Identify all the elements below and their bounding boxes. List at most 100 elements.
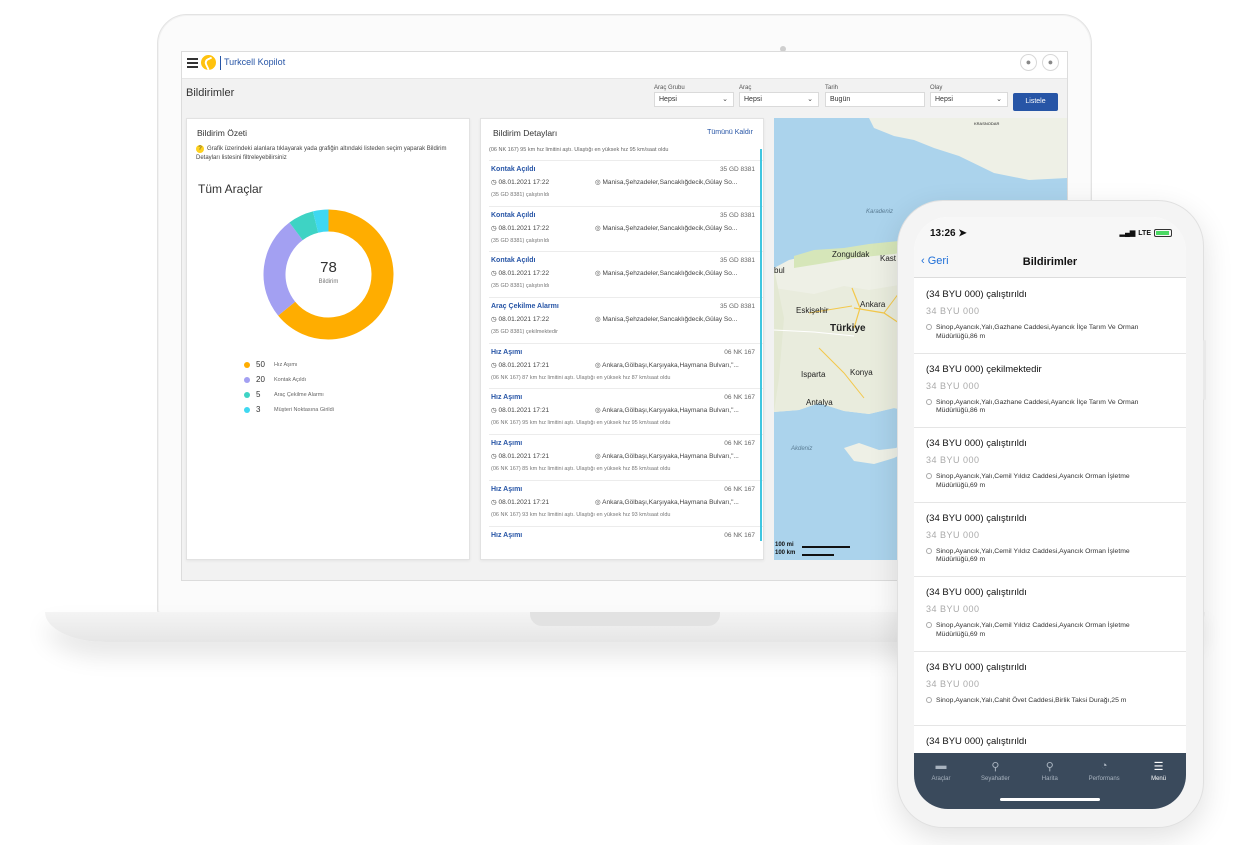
plate-number: 06 NK 167 [724, 440, 755, 448]
user-profile-icon[interactable]: ● [1042, 54, 1059, 71]
legend-label: Hız Aşımı [274, 361, 298, 368]
help-icon: ? [196, 145, 204, 153]
donut-chart[interactable]: 78 Bildirim [261, 207, 396, 342]
map-scale: 100 km [775, 550, 796, 556]
list-item[interactable]: Kontak Açıldı 35 GD 8381 ◷ 08.01.2021 17:2… [489, 252, 763, 299]
filter-event: Olay Hepsi ⌄ [930, 85, 1008, 107]
status-bar: 13:26 ➤ ▂▄▆ LTE [914, 217, 1186, 247]
legend-value: 20 [256, 375, 265, 384]
filter-label: Olay [930, 85, 943, 91]
event-time: ◷ 08.01.2021 17:22 [491, 270, 550, 278]
map-label: Konya [850, 368, 873, 377]
route-icon: ⚲ [991, 761, 1000, 773]
nav-bar: ‹ Geri Bildirimler [914, 247, 1186, 278]
tab-seyahatler[interactable]: ⚲ Seyahatler [968, 760, 1022, 782]
tab-label: Araçlar [931, 776, 951, 782]
signal-icon: ▂▄▆ [1119, 230, 1136, 237]
chart-legend: 50 Hız Aşımı 20 Kontak Açıldı 5 Araç Çek… [244, 357, 334, 417]
tab-menü[interactable]: ☰ Menü [1132, 760, 1186, 782]
list-item[interactable]: (34 BYU 000) çalıştırıldı 34 BYU 000 Sinop… [914, 652, 1186, 726]
list-item[interactable]: Araç Çekilme Alarmı 35 GD 8381 ◷ 08.01.202… [489, 298, 763, 344]
legend-item-speeding[interactable]: 50 Hız Aşımı [244, 357, 334, 372]
notification-title: (34 BYU 000) çalıştırıldı [926, 661, 1027, 673]
event-location: ◎ Manisa,Şehzadeler,Sancaklığdecik,Gülay… [595, 270, 738, 278]
list-item[interactable]: Kontak Açıldı 35 GD 8381 ◷ 08.01.2021 17:2… [489, 161, 763, 207]
tab-harita[interactable]: ⚲ Harita [1023, 760, 1077, 782]
summary-card: Bildirim Özeti ? Grafik üzerindeki alanla… [186, 118, 470, 560]
plate-number: 34 BYU 000 [926, 380, 980, 391]
list-item[interactable]: Kontak Açıldı 35 GD 8381 ◷ 08.01.2021 17:2… [489, 207, 763, 253]
notification-location: Sinop,Ayancık,Yalı,Cemil Yıldız Caddesi,… [926, 473, 1166, 490]
list-item[interactable]: (34 BYU 000) çalıştırıldı 34 BYU 000 Sinop… [914, 503, 1186, 577]
map-label: Ankara [860, 300, 886, 309]
location-icon [926, 324, 932, 330]
legend-item-customer-point[interactable]: 3 Müşteri Noktasına Girildi [244, 402, 334, 417]
scale-bar [802, 546, 850, 548]
donut-slice-2[interactable] [289, 211, 319, 241]
list-item[interactable]: Hız Aşımı 06 NK 167 [489, 527, 763, 543]
notification-location: Sinop,Ayancık,Yalı,Gazhane Caddesi,Ayanc… [926, 398, 1166, 416]
vehicle-select[interactable]: Hepsi ⌄ [739, 92, 819, 107]
location-icon [926, 398, 932, 405]
menu-icon[interactable] [187, 58, 198, 68]
notification-title: (34 BYU 000) çalıştırıldı [926, 512, 1027, 524]
date-input[interactable]: Bugün [825, 92, 925, 107]
phone-notch [994, 217, 1106, 239]
map-label: Akdeniz [791, 446, 813, 452]
turkcell-logo [201, 55, 216, 70]
filter-label: Tarih [825, 85, 839, 91]
event-location: ◎ Manisa,Şehzadeler,Sancaklığdecik,Gülay… [595, 179, 738, 186]
location-icon: ◎ [595, 453, 601, 461]
notification-location: Sinop,Ayancık,Yalı,Cemil Yıldız Caddesi,… [926, 622, 1166, 639]
clear-all-link[interactable]: Tümünü Kaldır [707, 129, 753, 136]
list-item[interactable]: (06 NK 167) 95 km hız limitini aştı. Ula… [489, 147, 763, 161]
legend-value: 3 [256, 405, 261, 414]
event-description: (35 GD 8381) çalıştırıldı [491, 237, 550, 244]
list-item[interactable]: (34 BYU 000) çalıştırıldı34 BYU 000 [914, 726, 1186, 753]
legend-value: 5 [256, 390, 261, 399]
tab-araçlar[interactable]: ▬ Araçlar [914, 760, 968, 782]
summary-hint: ? Grafik üzerindeki alanlara tıklayarak y… [196, 145, 447, 161]
location-icon [926, 547, 932, 554]
list-item[interactable]: Hız Aşımı 06 NK 167 ◷ 08.01.2021 17:21 ◎ An… [489, 481, 763, 527]
map-scale: 100 mi [775, 542, 794, 548]
event-select[interactable]: Hepsi ⌄ [930, 92, 1008, 107]
scrollbar[interactable] [760, 149, 762, 541]
donut-total-label: Bildirim [318, 279, 339, 285]
clock-icon: ◷ [491, 407, 497, 415]
gauge-icon: ◔ [1100, 760, 1108, 772]
scale-bar [802, 554, 834, 556]
list-item[interactable]: (34 BYU 000) çalıştırıldı 34 BYU 000 Sinop… [914, 428, 1186, 503]
event-description: (06 NK 167) 93 km hız limitini aştı. Ula… [491, 511, 671, 518]
plate-number: 34 BYU 000 [926, 455, 980, 465]
list-item[interactable]: Hız Aşımı 06 NK 167 ◷ 08.01.2021 17:21 ◎ An… [489, 344, 763, 390]
list-item[interactable]: Hız Aşımı 06 NK 167 ◷ 08.01.2021 17:21 ◎ An… [489, 435, 763, 481]
plate-number: 35 GD 8381 [719, 211, 755, 219]
clock-icon: ◷ [491, 498, 497, 506]
tab-performans[interactable]: ◔ Performans [1077, 760, 1131, 782]
plate-number: 34 BYU 000 [926, 529, 980, 540]
vehicle-group-select[interactable]: Hepsi ⌄ [654, 92, 734, 107]
map-label: Isparta [801, 370, 826, 379]
notification-bell-icon[interactable]: ● [1020, 54, 1037, 71]
filter-vehicle: Araç Hepsi ⌄ [739, 85, 819, 107]
event-description: (35 GD 8381) çalıştırıldı [491, 283, 550, 290]
location-icon: ◎ [595, 179, 601, 186]
list-item[interactable]: Hız Aşımı 06 NK 167 ◷ 08.01.2021 17:21 ◎ An… [489, 389, 763, 436]
list-item[interactable]: (34 BYU 000) çekilmektedir 34 BYU 000 Sino… [914, 354, 1186, 428]
list-item[interactable]: (34 BYU 000) çalıştırıldı 34 BYU 000 Sinop… [914, 279, 1186, 354]
event-location: ◎ Manisa,Şehzadeler,Sancaklığdecik,Gülay… [595, 316, 738, 324]
list-item[interactable]: (34 BYU 000) çalıştırıldı 34 BYU 000 Sinop… [914, 577, 1186, 652]
chevron-down-icon: ⌄ [996, 96, 1002, 103]
notification-title: (34 BYU 000) çalıştırıldı [926, 438, 1027, 449]
phone-side-button [1203, 340, 1206, 400]
event-time: ◷ 08.01.2021 17:22 [491, 316, 550, 324]
donut-slice-3[interactable] [312, 209, 329, 233]
screen-title: Bildirimler [1022, 256, 1078, 268]
list-button[interactable]: Listele [1013, 93, 1058, 111]
legend-item-tow-alarm[interactable]: 5 Araç Çekilme Alarmı [244, 387, 334, 402]
legend-item-ignition[interactable]: 20 Kontak Açıldı [244, 372, 334, 387]
event-description: (35 GD 8381) çekilmektedir [491, 329, 558, 336]
map-label: Antalya [806, 398, 833, 407]
event-description: (35 GD 8381) çalıştırıldı [491, 192, 550, 198]
